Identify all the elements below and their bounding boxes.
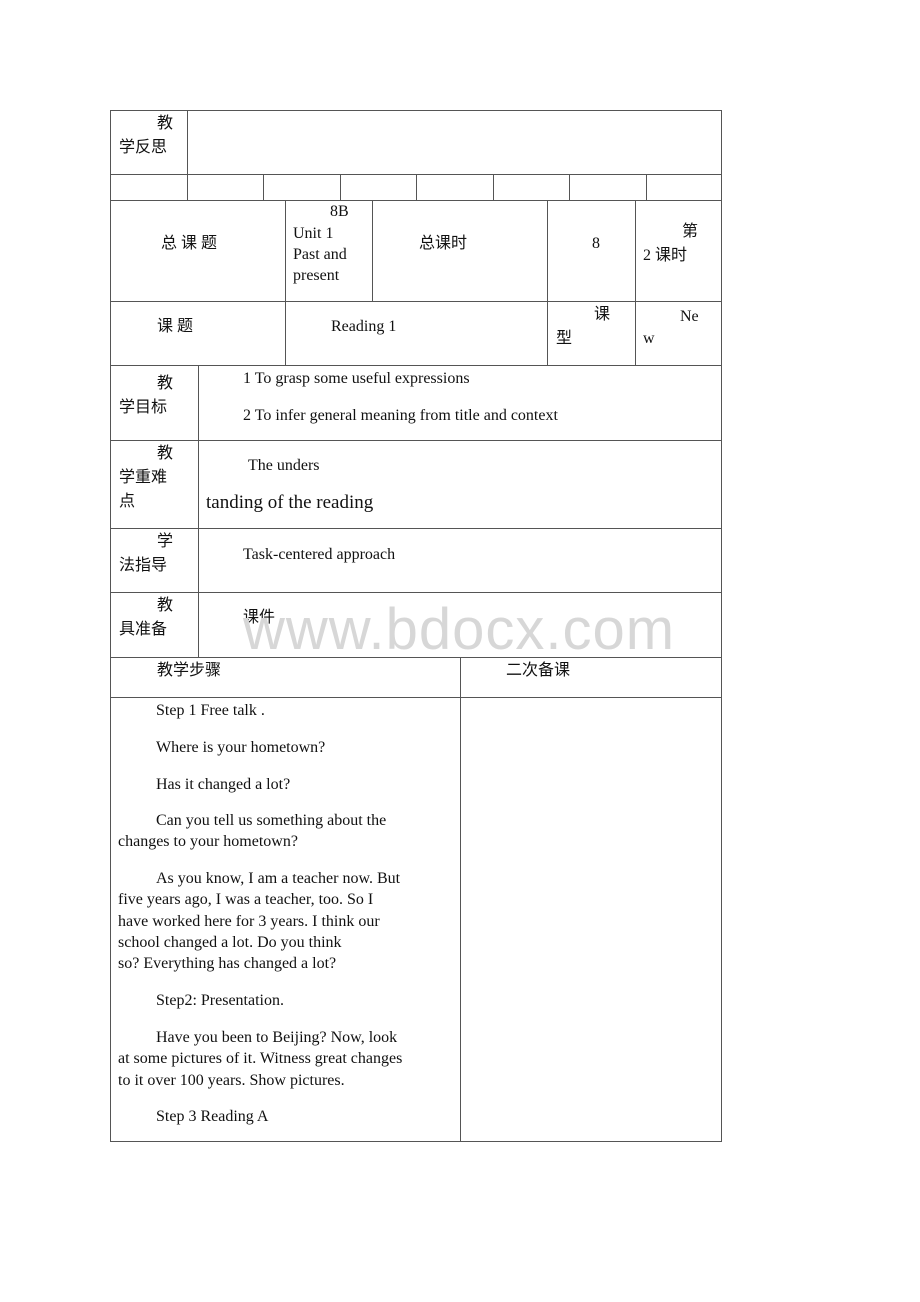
key-points-content-cell — [198, 440, 722, 529]
blank-cell[interactable] — [263, 174, 341, 201]
step-line: have worked here for 3 years. I think ou… — [118, 912, 380, 930]
step-line: five years ago, I was a teacher, too. So… — [118, 891, 374, 909]
tools-label-line1: 教 — [157, 597, 174, 614]
blank-cell[interactable] — [340, 174, 417, 201]
key-points-label-line3: 点 — [119, 493, 136, 510]
second-prep-cell[interactable] — [460, 697, 722, 1142]
key-points-label-line2: 学重难 — [119, 469, 168, 486]
steps-header-right-cell — [460, 657, 722, 698]
total-topic-label: 总 课 题 — [161, 235, 218, 252]
total-hours-label: 总课时 — [419, 235, 468, 252]
tools-value: 课件 — [243, 609, 276, 626]
objective-item: 2 To infer general meaning from title an… — [243, 407, 558, 424]
blank-cell[interactable] — [187, 174, 264, 201]
blank-cell[interactable] — [416, 174, 494, 201]
step-line: Step 1 Free talk . — [156, 702, 265, 719]
reflection-label-line2: 学反思 — [119, 139, 168, 156]
total-hours-value: 8 — [592, 235, 600, 252]
period-line1: 第 — [682, 223, 699, 240]
lesson-type-label-line1: 课 — [594, 306, 611, 323]
reflection-label-line1: 教 — [157, 115, 174, 132]
total-topic-value-line4: present — [293, 267, 340, 284]
blank-cell[interactable] — [646, 174, 722, 201]
topic-value-cell — [285, 301, 548, 366]
blank-cell[interactable] — [110, 174, 188, 201]
reflection-content-cell[interactable] — [187, 110, 722, 175]
step-line: Step 3 Reading A — [156, 1108, 269, 1125]
steps-header-right: 二次备课 — [506, 662, 571, 679]
lesson-type-value-line1: Ne — [680, 308, 699, 325]
step-line: to it over 100 years. Show pictures. — [118, 1071, 345, 1089]
objective-item: 1 To grasp some useful expressions — [243, 370, 470, 387]
step-line: at some pictures of it. Witness great ch… — [118, 1050, 403, 1068]
step-line: Step2: Presentation. — [156, 992, 284, 1009]
step-line: Has it changed a lot? — [156, 776, 291, 793]
step-line: Can you tell us something about the — [156, 812, 387, 829]
step-line: so? Everything has changed a lot? — [118, 955, 337, 973]
tools-content-cell — [198, 592, 722, 658]
total-topic-value-line3: Past and — [293, 246, 347, 263]
total-topic-value-line1: 8B — [330, 203, 349, 220]
method-value: Task-centered approach — [243, 546, 396, 563]
step-line: changes to your hometown? — [118, 833, 298, 851]
topic-label: 课 题 — [157, 318, 194, 335]
topic-value: Reading 1 — [331, 318, 397, 335]
period-line2: 2 课时 — [643, 247, 688, 264]
objectives-label-line2: 学目标 — [119, 399, 168, 416]
lesson-type-value-line2: w — [643, 330, 655, 347]
key-points-label-line1: 教 — [157, 445, 174, 462]
method-label-line2: 法指导 — [119, 557, 168, 574]
method-label-line1: 学 — [157, 533, 174, 550]
blank-cell[interactable] — [493, 174, 570, 201]
step-line: school changed a lot. Do you think — [118, 933, 342, 951]
tools-label-line2: 具准备 — [119, 621, 168, 638]
steps-header-left: 教学步骤 — [157, 662, 222, 679]
key-points-line2: tanding of the reading — [206, 492, 374, 513]
topic-label-cell — [110, 301, 286, 366]
lesson-type-label-line2: 型 — [556, 330, 573, 347]
step-line: Have you been to Beijing? Now, look — [156, 1029, 398, 1046]
step-line: As you know, I am a teacher now. But — [156, 870, 401, 887]
total-topic-value-line2: Unit 1 — [293, 225, 334, 242]
step-line: Where is your hometown? — [156, 739, 326, 756]
key-points-line1: The unders — [248, 457, 320, 474]
blank-cell[interactable] — [569, 174, 647, 201]
objectives-label-line1: 教 — [157, 375, 174, 392]
